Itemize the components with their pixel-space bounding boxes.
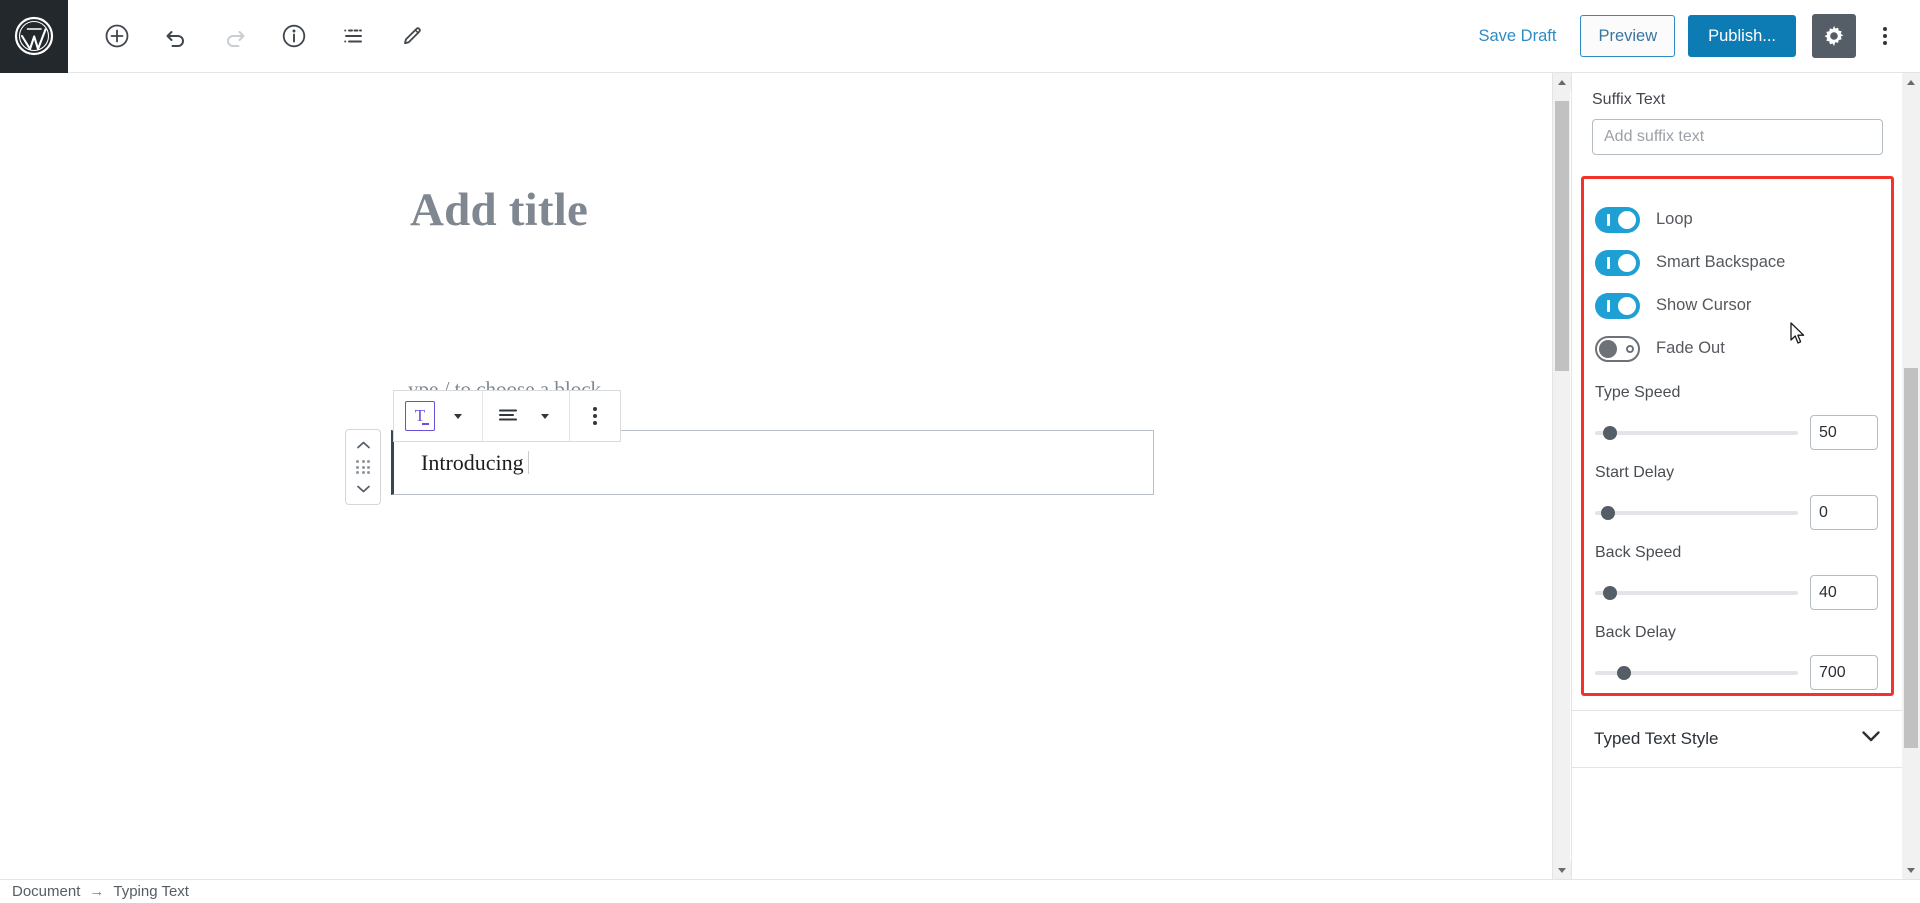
type-speed-input[interactable] — [1810, 415, 1878, 450]
align-dropdown-icon[interactable] — [527, 398, 561, 434]
block-settings-sidebar: Suffix Text Loop Smart Backspace — [1571, 73, 1902, 879]
preview-button[interactable]: Preview — [1580, 15, 1675, 57]
post-title-placeholder[interactable]: Add title — [410, 183, 588, 237]
back-delay-slider[interactable] — [1595, 662, 1798, 684]
undo-icon[interactable] — [155, 15, 197, 57]
back-speed-label: Back Speed — [1595, 544, 1880, 562]
fade-out-label: Fade Out — [1656, 339, 1725, 358]
typing-settings-panel: Loop Smart Backspace Show Cursor Fade Ou… — [1581, 176, 1894, 708]
show-cursor-label: Show Cursor — [1656, 296, 1751, 315]
breadcrumb-item-document[interactable]: Document — [12, 883, 80, 900]
start-delay-input[interactable] — [1810, 495, 1878, 530]
gear-icon[interactable] — [1812, 14, 1856, 58]
top-bar-left-tools — [68, 0, 433, 73]
back-speed-input[interactable] — [1810, 575, 1878, 610]
suffix-text-label: Suffix Text — [1592, 91, 1882, 109]
typing-text-block-icon[interactable]: T — [402, 398, 438, 434]
kebab-menu-icon[interactable] — [1866, 15, 1904, 57]
sidebar-vertical-scrollbar[interactable] — [1902, 73, 1920, 879]
back-delay-input[interactable] — [1810, 655, 1878, 690]
start-delay-slider-thumb[interactable] — [1601, 506, 1615, 520]
sidebar-scroll-down-icon[interactable] — [1902, 861, 1920, 879]
type-speed-control: Type Speed — [1595, 384, 1880, 450]
toggle-row-fade-out[interactable]: Fade Out — [1595, 327, 1880, 370]
type-speed-label: Type Speed — [1595, 384, 1880, 402]
add-block-icon[interactable] — [96, 15, 138, 57]
type-speed-slider-thumb[interactable] — [1603, 426, 1617, 440]
start-delay-slider[interactable] — [1595, 502, 1798, 524]
editor-scroll-down-icon[interactable] — [1553, 861, 1571, 879]
block-type-dropdown-icon[interactable] — [440, 398, 474, 434]
back-speed-slider[interactable] — [1595, 582, 1798, 604]
align-group — [483, 391, 570, 441]
move-down-icon[interactable] — [348, 479, 378, 499]
move-up-icon[interactable] — [348, 435, 378, 455]
block-content-text[interactable]: Introducing — [394, 450, 524, 476]
toggle-row-smart-backspace[interactable]: Smart Backspace — [1595, 241, 1880, 284]
edit-pencil-icon[interactable] — [391, 15, 433, 57]
editor-top-bar: Save Draft Preview Publish... — [0, 0, 1920, 73]
breadcrumb-separator: → — [89, 883, 104, 900]
sidebar-scroll-up-icon[interactable] — [1902, 73, 1920, 91]
redo-icon — [214, 15, 256, 57]
start-delay-control: Start Delay — [1595, 464, 1880, 530]
type-speed-slider[interactable] — [1595, 422, 1798, 444]
loop-toggle[interactable] — [1595, 207, 1640, 233]
chevron-down-icon — [1861, 730, 1881, 748]
typed-text-style-label: Typed Text Style — [1594, 729, 1718, 749]
save-draft-button[interactable]: Save Draft — [1468, 21, 1566, 52]
editor-scroll-thumb[interactable] — [1555, 101, 1569, 371]
editor-vertical-scrollbar[interactable] — [1552, 73, 1570, 879]
fade-out-toggle[interactable] — [1595, 336, 1640, 362]
suffix-text-field-group: Suffix Text — [1572, 73, 1902, 155]
loop-label: Loop — [1656, 210, 1693, 229]
back-speed-control: Back Speed — [1595, 544, 1880, 610]
block-type-group: T — [394, 391, 483, 441]
suffix-text-input[interactable] — [1592, 119, 1883, 155]
kebab-dots — [1883, 27, 1887, 46]
smart-backspace-label: Smart Backspace — [1656, 253, 1785, 272]
block-mover-controls — [345, 429, 381, 505]
start-delay-label: Start Delay — [1595, 464, 1880, 482]
show-cursor-toggle[interactable] — [1595, 293, 1640, 319]
back-delay-slider-thumb[interactable] — [1617, 666, 1631, 680]
editor-canvas[interactable]: Add title ype / to choose a block — [0, 73, 1552, 879]
text-caret — [528, 451, 529, 474]
publish-button[interactable]: Publish... — [1688, 15, 1796, 57]
smart-backspace-toggle[interactable] — [1595, 250, 1640, 276]
breadcrumb-item-typing-text[interactable]: Typing Text — [113, 883, 189, 900]
drag-handle-icon[interactable] — [356, 460, 369, 473]
breadcrumb: Document → Typing Text — [12, 883, 189, 900]
back-delay-control: Back Delay — [1595, 624, 1880, 690]
list-view-icon[interactable] — [332, 15, 374, 57]
block-toolbar: T — [393, 390, 621, 442]
block-options-icon[interactable] — [578, 398, 612, 434]
back-delay-label: Back Delay — [1595, 624, 1880, 642]
toggle-row-loop[interactable]: Loop — [1595, 198, 1880, 241]
back-speed-slider-thumb[interactable] — [1603, 586, 1617, 600]
block-options-group — [570, 391, 620, 441]
editor-status-bar: Document → Typing Text — [0, 879, 1920, 903]
sidebar-scroll-thumb[interactable] — [1904, 368, 1918, 748]
editor-scroll-up-icon[interactable] — [1553, 73, 1571, 91]
wordpress-logo-icon[interactable] — [0, 0, 68, 73]
wordpress-editor-app: Save Draft Preview Publish... Add title … — [0, 0, 1920, 903]
toggle-row-show-cursor[interactable]: Show Cursor — [1595, 284, 1880, 327]
top-bar-right-actions: Save Draft Preview Publish... — [1468, 0, 1920, 73]
typed-text-style-panel[interactable]: Typed Text Style — [1572, 710, 1902, 768]
align-text-icon[interactable] — [491, 398, 525, 434]
info-icon[interactable] — [273, 15, 315, 57]
